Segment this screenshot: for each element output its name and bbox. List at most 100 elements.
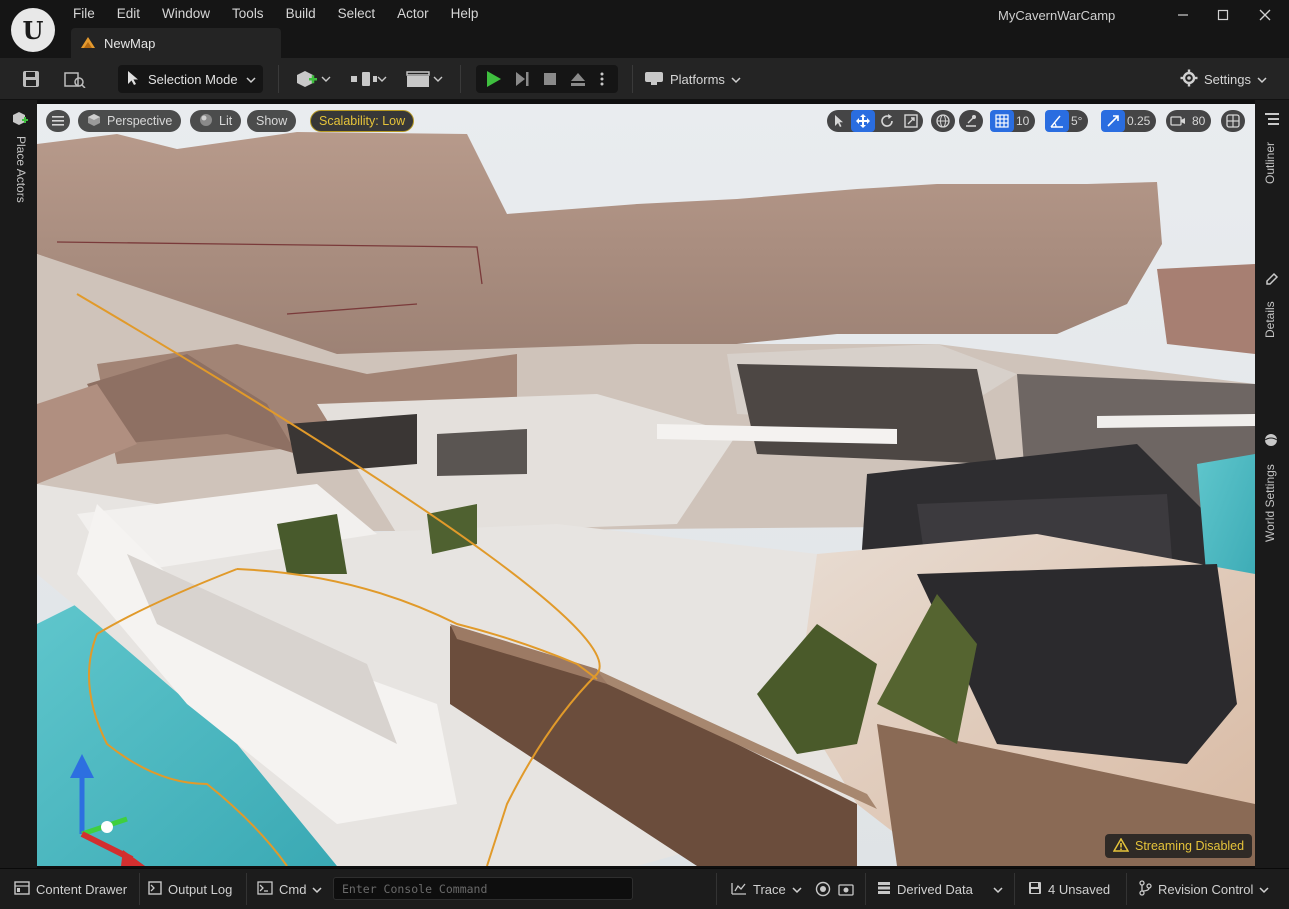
gear-icon xyxy=(1180,69,1198,90)
advance-frame-icon[interactable] xyxy=(511,69,533,89)
eject-icon[interactable] xyxy=(567,69,589,89)
select-tool-icon[interactable] xyxy=(827,110,851,132)
details-pencil-icon[interactable] xyxy=(1265,272,1279,289)
camera-icon[interactable] xyxy=(1166,110,1190,132)
rotation-snap-value[interactable]: 5° xyxy=(1069,114,1088,128)
toolbar-divider xyxy=(278,65,279,93)
surface-snap-toggle[interactable] xyxy=(959,110,983,132)
menu-window[interactable]: Window xyxy=(151,4,221,23)
statusbar-divider xyxy=(1014,873,1015,905)
revision-control-dropdown[interactable]: Revision Control xyxy=(1138,877,1269,901)
scale-snap-group[interactable]: 0.25 xyxy=(1101,110,1157,132)
more-options-icon[interactable] xyxy=(594,69,610,89)
terminal-icon xyxy=(257,880,273,898)
maximize-icon[interactable] xyxy=(1206,4,1240,26)
angle-snap-icon[interactable] xyxy=(1045,110,1069,132)
platforms-button[interactable]: Platforms xyxy=(644,65,741,93)
menu-tools[interactable]: Tools xyxy=(221,4,275,23)
surface-snap-icon xyxy=(966,115,976,127)
unreal-logo-icon[interactable]: U xyxy=(11,8,55,52)
chevron-down-icon xyxy=(312,882,322,897)
tab-place-actors[interactable]: Place Actors xyxy=(14,136,28,203)
level-viewport[interactable]: Perspective Lit Show Scalability: Low 10… xyxy=(37,104,1255,866)
world-local-toggle[interactable] xyxy=(931,110,955,132)
show-button[interactable]: Show xyxy=(247,110,297,132)
derived-data-icon xyxy=(877,881,891,898)
viewport-layout-button[interactable] xyxy=(1221,110,1245,132)
output-log-button[interactable]: Output Log xyxy=(148,877,232,901)
perspective-button[interactable]: Perspective xyxy=(78,110,182,132)
streaming-warning-label: Streaming Disabled xyxy=(1135,839,1245,853)
save-icon[interactable] xyxy=(18,66,44,92)
streaming-warning[interactable]: Streaming Disabled xyxy=(1105,834,1253,858)
screenshot-icon[interactable] xyxy=(838,877,854,901)
grid-snap-value[interactable]: 10 xyxy=(1014,114,1035,128)
menu-bar: File Edit Window Tools Build Select Acto… xyxy=(62,4,489,23)
warning-icon xyxy=(1112,837,1130,855)
content-drawer-button[interactable]: Content Drawer xyxy=(14,877,127,901)
rotate-tool-icon[interactable] xyxy=(875,110,899,132)
world-settings-icon[interactable] xyxy=(1264,433,1278,450)
outliner-icon[interactable] xyxy=(1265,112,1279,129)
tab-details[interactable]: Details xyxy=(1263,301,1277,338)
transform-tools xyxy=(827,110,923,132)
minimize-icon[interactable] xyxy=(1166,4,1200,26)
record-icon[interactable] xyxy=(815,877,831,901)
camera-speed-value[interactable]: 80 xyxy=(1190,114,1211,128)
scale-snap-icon[interactable] xyxy=(1101,110,1125,132)
grid-snap-icon[interactable] xyxy=(990,110,1014,132)
trace-dropdown[interactable]: Trace xyxy=(731,877,802,901)
content-drawer-icon xyxy=(14,880,30,898)
select-cursor-icon xyxy=(126,70,140,89)
unsaved-label: 4 Unsaved xyxy=(1048,881,1111,897)
chevron-down-icon xyxy=(1257,72,1267,87)
viewport-menu-icon[interactable] xyxy=(46,110,70,132)
blueprint-icon[interactable] xyxy=(348,66,388,92)
globe-icon xyxy=(936,114,950,128)
grid-snap-group[interactable]: 10 xyxy=(990,110,1036,132)
scalability-badge[interactable]: Scalability: Low xyxy=(310,110,415,132)
right-side-panel: Outliner Details World Settings xyxy=(1255,100,1289,868)
tab-outliner[interactable]: Outliner xyxy=(1263,142,1277,184)
cube-icon xyxy=(87,113,101,130)
toolbar-divider xyxy=(460,65,461,93)
menu-help[interactable]: Help xyxy=(440,4,490,23)
tab-label: NewMap xyxy=(104,35,156,51)
camera-speed-group[interactable]: 80 xyxy=(1166,110,1212,132)
scale-snap-value[interactable]: 0.25 xyxy=(1125,114,1156,128)
menu-edit[interactable]: Edit xyxy=(106,4,151,23)
rotation-snap-group[interactable]: 5° xyxy=(1045,110,1089,132)
scale-tool-icon[interactable] xyxy=(899,110,923,132)
main-toolbar: Selection Mode Platforms Settings xyxy=(0,58,1289,100)
menu-actor[interactable]: Actor xyxy=(386,4,440,23)
play-icon[interactable] xyxy=(482,69,504,89)
menu-select[interactable]: Select xyxy=(327,4,387,23)
translate-tool-icon[interactable] xyxy=(851,110,875,132)
unsaved-button[interactable]: 4 Unsaved xyxy=(1028,877,1110,901)
browse-level-icon[interactable] xyxy=(62,66,88,92)
statusbar-divider xyxy=(246,873,247,905)
cmd-dropdown[interactable]: Cmd xyxy=(257,877,322,901)
scene-render[interactable] xyxy=(37,104,1255,866)
output-log-icon xyxy=(148,880,162,898)
play-controls xyxy=(476,65,618,93)
add-actor-icon[interactable] xyxy=(294,66,332,92)
cinematics-icon[interactable] xyxy=(404,66,444,92)
output-log-label: Output Log xyxy=(168,881,233,897)
close-icon[interactable] xyxy=(1248,4,1282,26)
chevron-down-icon xyxy=(792,882,802,897)
stop-icon[interactable] xyxy=(539,69,561,89)
console-command-input[interactable] xyxy=(333,877,633,900)
menu-file[interactable]: File xyxy=(62,4,106,23)
trace-label: Trace xyxy=(753,881,786,897)
derived-data-dropdown[interactable]: Derived Data xyxy=(877,877,1003,901)
place-actors-icon[interactable] xyxy=(12,110,28,131)
revision-control-label: Revision Control xyxy=(1158,881,1254,897)
tab-world-settings[interactable]: World Settings xyxy=(1263,464,1277,542)
settings-button[interactable]: Settings xyxy=(1180,65,1267,93)
chevron-down-icon xyxy=(993,882,1003,897)
tab-newmap[interactable]: NewMap xyxy=(71,28,281,58)
menu-build[interactable]: Build xyxy=(275,4,327,23)
lit-button[interactable]: Lit xyxy=(190,110,242,132)
selection-mode-dropdown[interactable]: Selection Mode xyxy=(118,65,263,93)
